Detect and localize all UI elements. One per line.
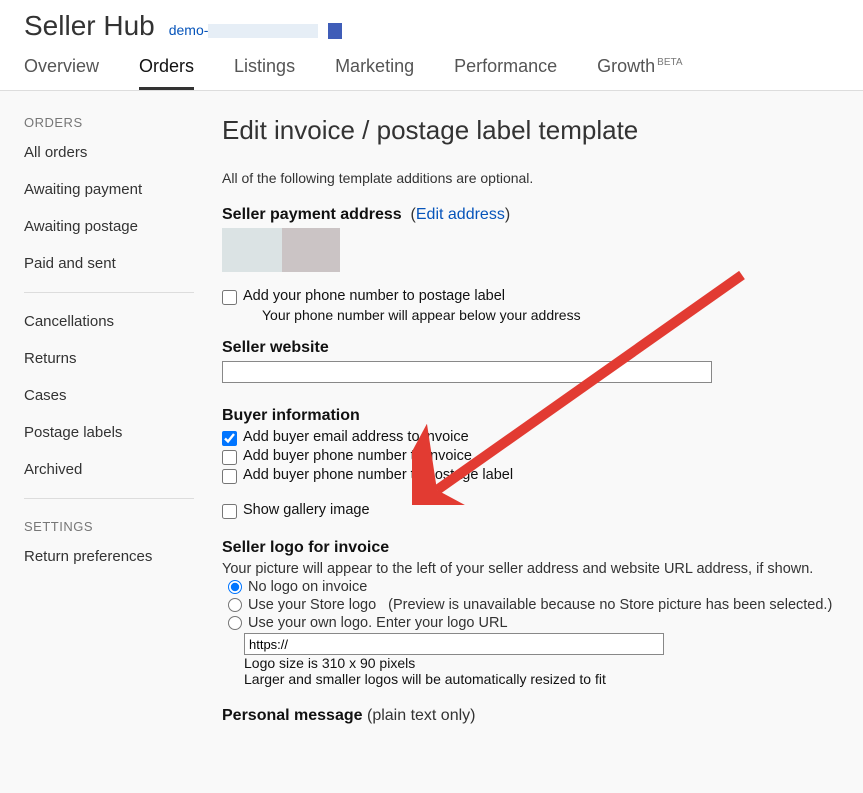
sidebar-item-all-orders[interactable]: All orders xyxy=(24,144,194,161)
sidebar-item-postage-labels[interactable]: Postage labels xyxy=(24,424,194,441)
buyer-phone-label-label: Add buyer phone number to postage label xyxy=(243,467,513,483)
buyer-phone-invoice-checkbox[interactable] xyxy=(222,450,237,465)
phone-sub-note: Your phone number will appear below your… xyxy=(262,307,839,323)
account-switcher[interactable]: demo- xyxy=(169,22,343,39)
logo-own-radio[interactable] xyxy=(228,616,242,630)
logo-store-label: Use your Store logo xyxy=(248,597,376,613)
logo-none-radio[interactable] xyxy=(228,580,242,594)
sidebar-item-cases[interactable]: Cases xyxy=(24,387,194,404)
sidebar-item-awaiting-postage[interactable]: Awaiting postage xyxy=(24,218,194,235)
tab-growth[interactable]: GrowthBETA xyxy=(597,56,682,90)
logo-store-radio[interactable] xyxy=(228,598,242,612)
logo-url-input[interactable] xyxy=(244,633,664,655)
personal-msg-heading: Personal message (plain text only) xyxy=(222,707,839,725)
gallery-image-label: Show gallery image xyxy=(243,502,370,518)
seller-website-input[interactable] xyxy=(222,361,712,383)
address-placeholder xyxy=(222,228,839,272)
nav-tabs: Overview Orders Listings Marketing Perfo… xyxy=(24,56,839,90)
intro-text: All of the following template additions … xyxy=(222,170,839,186)
sidebar-item-awaiting-payment[interactable]: Awaiting payment xyxy=(24,181,194,198)
sidebar-heading-orders: ORDERS xyxy=(24,115,194,130)
tab-performance[interactable]: Performance xyxy=(454,56,557,90)
main-content: Edit invoice / postage label template Al… xyxy=(222,115,839,729)
seller-website-heading: Seller website xyxy=(222,339,839,357)
logo-size-note1: Logo size is 310 x 90 pixels xyxy=(244,655,839,671)
logo-own-label: Use your own logo. Enter your logo URL xyxy=(248,615,508,631)
hub-title: Seller Hub xyxy=(24,10,155,42)
account-name-prefix: demo- xyxy=(169,22,209,38)
header: Seller Hub demo- Overview Orders Listing… xyxy=(0,0,863,91)
logo-store-note: (Preview is unavailable because no Store… xyxy=(388,597,832,613)
sidebar-heading-settings: SETTINGS xyxy=(24,519,194,534)
logo-none-label: No logo on invoice xyxy=(248,579,367,595)
buyer-email-checkbox[interactable] xyxy=(222,431,237,446)
buyer-info-heading: Buyer information xyxy=(222,407,839,425)
sidebar-item-cancellations[interactable]: Cancellations xyxy=(24,313,194,330)
buyer-phone-label-checkbox[interactable] xyxy=(222,469,237,484)
tab-overview[interactable]: Overview xyxy=(24,56,99,90)
tab-listings[interactable]: Listings xyxy=(234,56,295,90)
buyer-email-label: Add buyer email address to invoice xyxy=(243,429,469,445)
sidebar-item-paid-sent[interactable]: Paid and sent xyxy=(24,255,194,272)
page-title: Edit invoice / postage label template xyxy=(222,115,839,146)
phone-on-label-text: Add your phone number to postage label xyxy=(243,288,505,304)
sidebar-item-returns[interactable]: Returns xyxy=(24,350,194,367)
edit-address-link[interactable]: Edit address xyxy=(416,206,505,223)
tab-orders[interactable]: Orders xyxy=(139,56,194,90)
gallery-image-checkbox[interactable] xyxy=(222,504,237,519)
seller-logo-heading: Seller logo for invoice xyxy=(222,539,839,557)
swap-account-icon xyxy=(328,23,342,39)
logo-size-note2: Larger and smaller logos will be automat… xyxy=(244,671,839,687)
phone-on-label-checkbox[interactable] xyxy=(222,290,237,305)
sidebar-divider xyxy=(24,292,194,293)
account-name-redacted xyxy=(208,24,318,38)
sidebar-item-return-preferences[interactable]: Return preferences xyxy=(24,548,194,565)
beta-badge: BETA xyxy=(657,57,682,68)
seller-payment-heading: Seller payment address (Edit address) xyxy=(222,206,839,224)
sidebar: ORDERS All orders Awaiting payment Await… xyxy=(24,115,194,729)
sidebar-divider xyxy=(24,498,194,499)
sidebar-item-archived[interactable]: Archived xyxy=(24,461,194,478)
seller-logo-help: Your picture will appear to the left of … xyxy=(222,561,839,577)
tab-marketing[interactable]: Marketing xyxy=(335,56,414,90)
buyer-phone-invoice-label: Add buyer phone number to invoice xyxy=(243,448,472,464)
